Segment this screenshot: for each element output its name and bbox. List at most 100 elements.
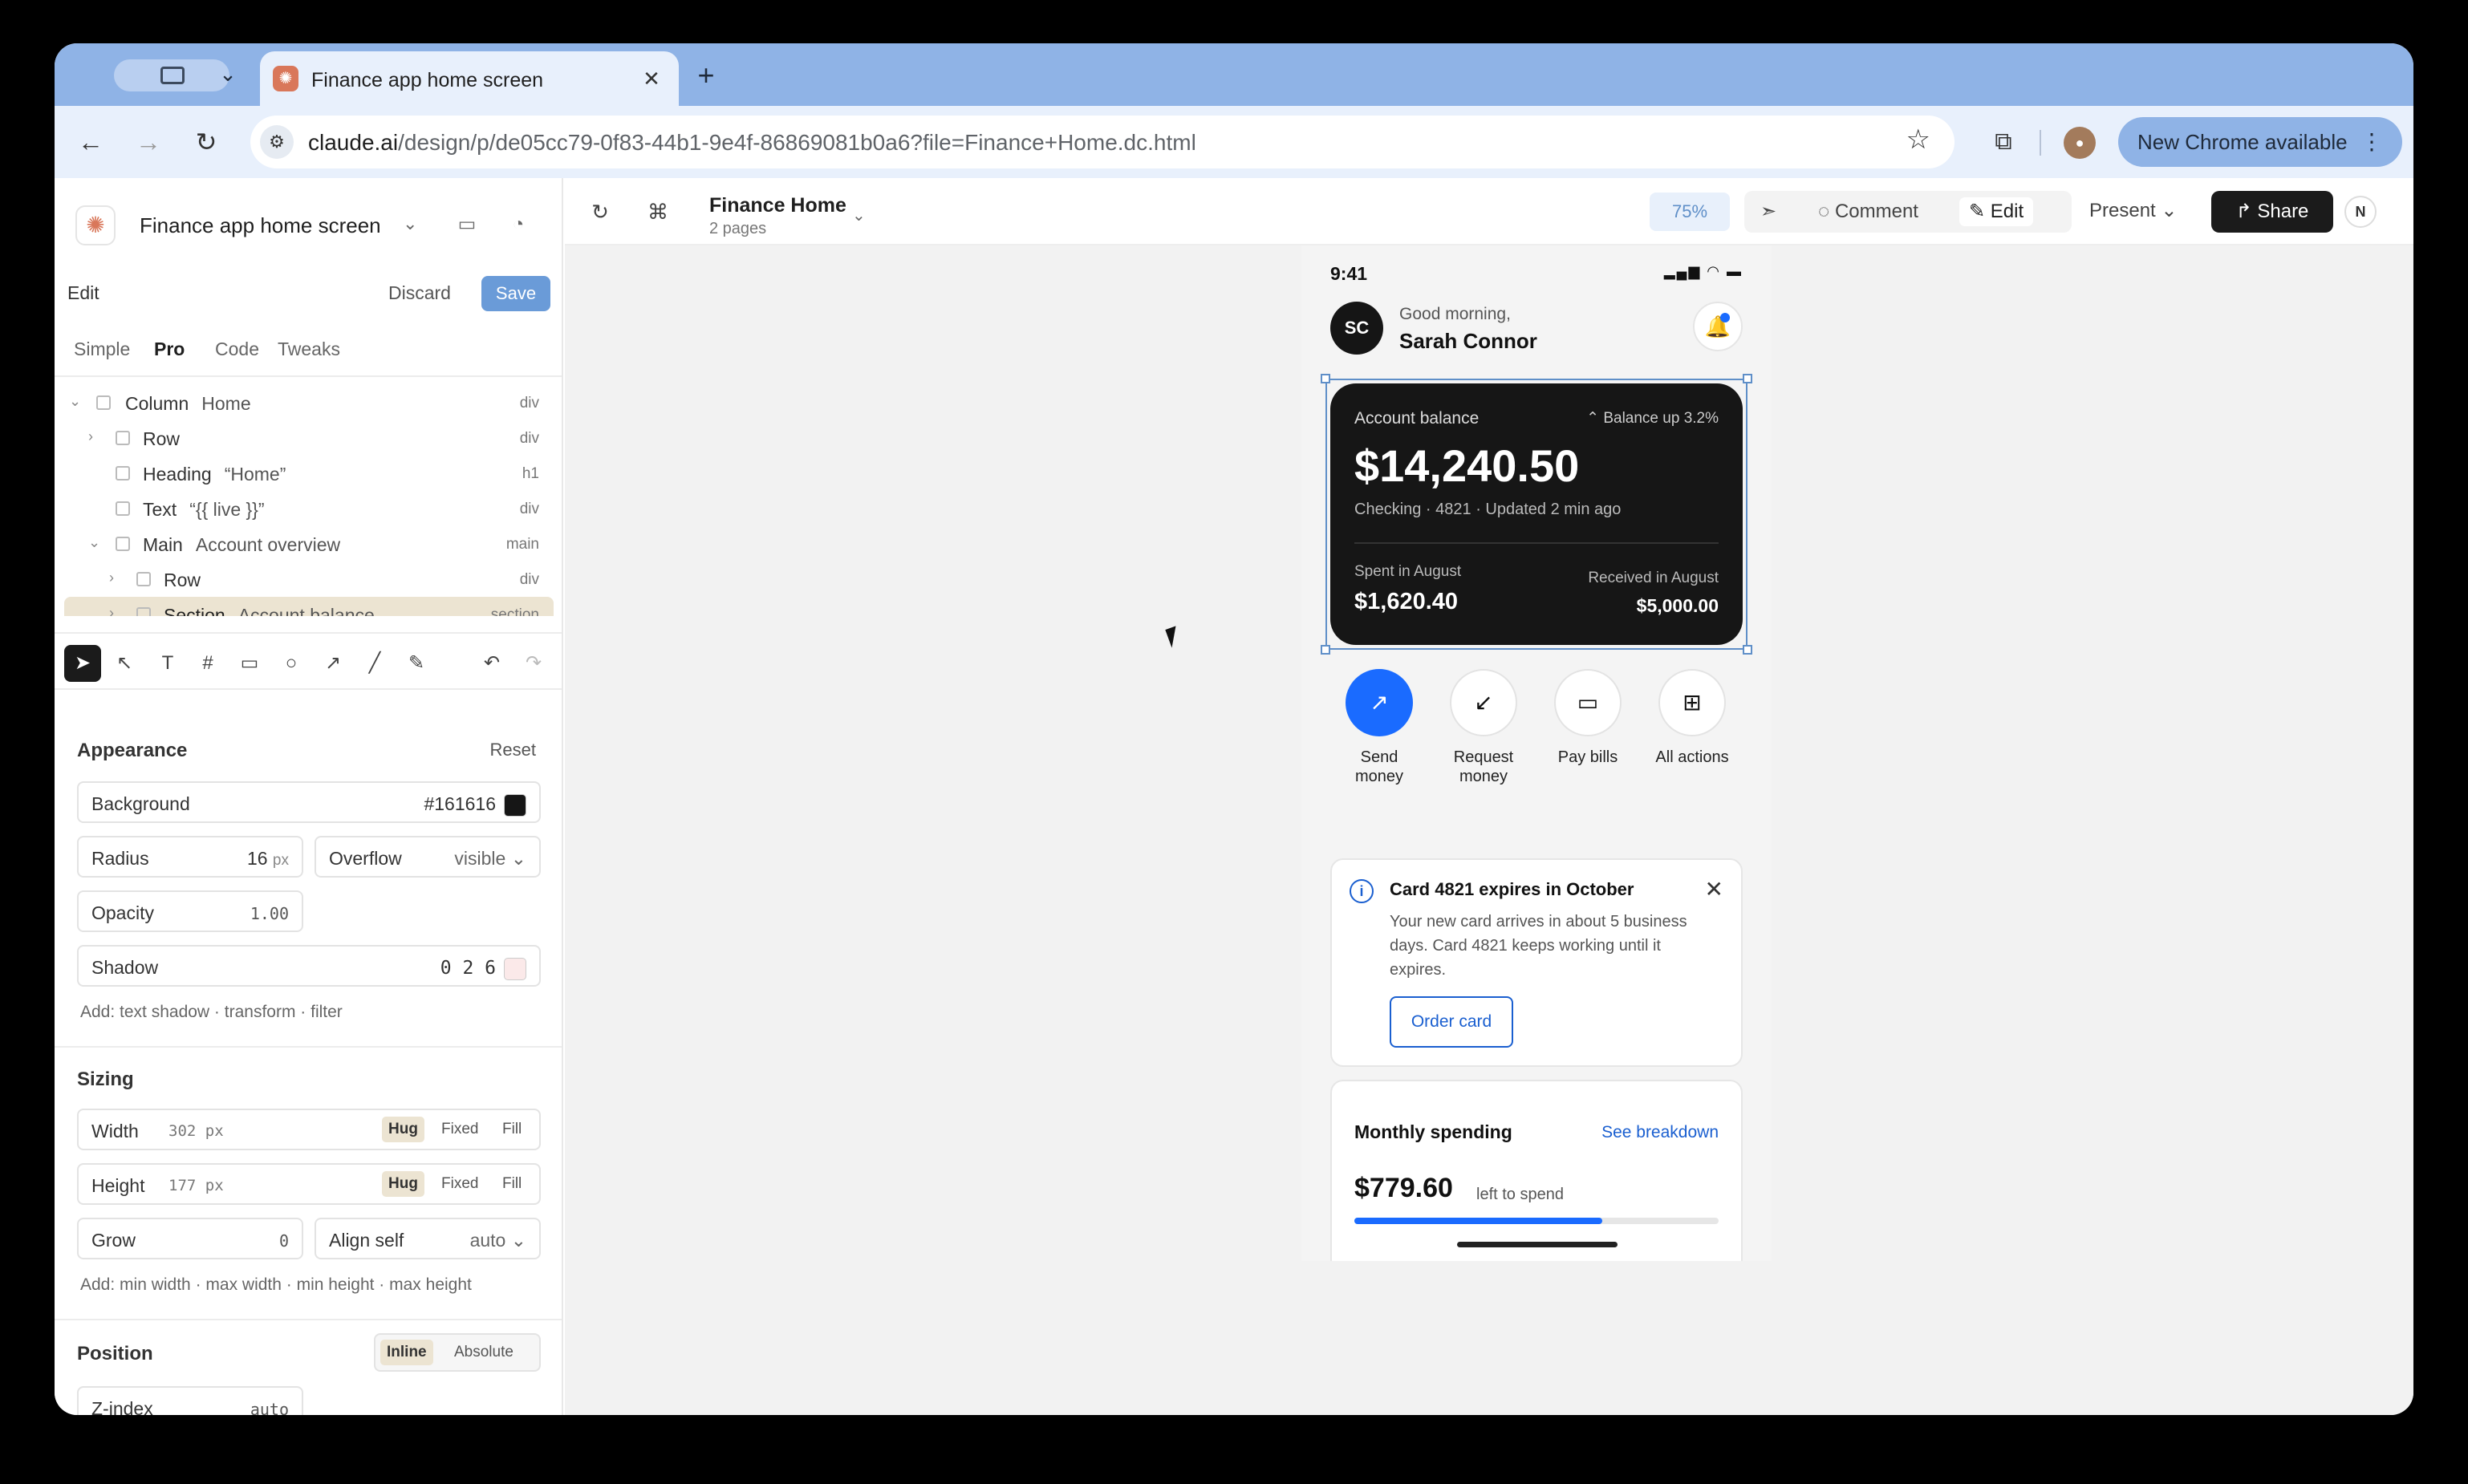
- close-tab-icon[interactable]: ✕: [635, 63, 668, 95]
- height-fill-option[interactable]: Fill: [496, 1171, 528, 1197]
- address-bar[interactable]: ⚙ claude.ai/design/p/de05cc79-0f83-44b1-…: [250, 116, 1955, 168]
- width-hug-option[interactable]: Hug: [382, 1117, 424, 1142]
- height-hug-option[interactable]: Hug: [382, 1171, 424, 1197]
- tab-tweaks[interactable]: Tweaks: [278, 339, 340, 360]
- frame-tool-icon[interactable]: #: [189, 645, 226, 682]
- phone-preview[interactable]: 9:41 ▂▄▆ ◠ ▬ SC Good morning, Sarah Conn…: [1301, 245, 1772, 1261]
- pointer-mode-icon[interactable]: ➣: [1751, 197, 1786, 226]
- project-title[interactable]: Finance app home screen: [140, 213, 381, 238]
- reload-icon[interactable]: ↻: [188, 124, 225, 160]
- page-title[interactable]: Finance Home: [709, 194, 846, 217]
- pen-tool-icon[interactable]: ✎: [398, 645, 435, 682]
- bookmark-star-icon[interactable]: ☆: [1906, 124, 1930, 156]
- shadow-field[interactable]: Shadow 0 2 6: [77, 945, 541, 987]
- user-avatar[interactable]: SC: [1330, 302, 1383, 355]
- send-arrow-icon[interactable]: ↗: [1346, 669, 1413, 736]
- order-card-button[interactable]: Order card: [1390, 996, 1513, 1048]
- expand-chevron-icon[interactable]: ›: [88, 428, 93, 445]
- position-inline-option[interactable]: Inline: [380, 1340, 433, 1365]
- user-avatar[interactable]: N: [2344, 196, 2377, 228]
- opacity-field[interactable]: Opacity 1.00: [77, 890, 303, 932]
- save-button[interactable]: Save: [481, 276, 550, 311]
- collapse-chevron-icon[interactable]: ⌄: [88, 534, 100, 551]
- update-chrome-button[interactable]: New Chrome available ⋮: [2118, 117, 2402, 167]
- sizing-add-hint[interactable]: Add: min width · max width · min height …: [80, 1275, 472, 1295]
- width-fixed-option[interactable]: Fixed: [435, 1117, 485, 1142]
- text-tool-icon[interactable]: T: [149, 645, 186, 682]
- profile-avatar[interactable]: ●: [2064, 127, 2096, 159]
- project-logo-icon[interactable]: ✺: [75, 205, 116, 245]
- history-icon[interactable]: ↻: [584, 196, 616, 228]
- expand-chevron-icon[interactable]: ›: [109, 570, 114, 586]
- site-info-icon[interactable]: ⚙: [260, 125, 294, 159]
- width-fill-option[interactable]: Fill: [496, 1117, 528, 1142]
- discard-button[interactable]: Discard: [388, 282, 451, 304]
- card-icon[interactable]: ▭: [1554, 669, 1622, 736]
- radius-field[interactable]: Radius 16 px: [77, 836, 303, 878]
- redo-icon[interactable]: ↷: [515, 645, 552, 682]
- collapse-chevron-icon[interactable]: ⌄: [69, 393, 81, 410]
- project-chevron-icon[interactable]: ⌄: [403, 213, 417, 234]
- grid-icon[interactable]: ⊞: [1658, 669, 1726, 736]
- height-field[interactable]: Height 177 px Hug Fixed Fill: [77, 1163, 541, 1205]
- request-money-action[interactable]: ↙ Request money: [1439, 669, 1528, 786]
- comment-mode-button[interactable]: ◌ Comment: [1808, 197, 1928, 226]
- forward-icon[interactable]: →: [130, 124, 167, 160]
- undo-icon[interactable]: ↶: [473, 645, 510, 682]
- resize-handle[interactable]: [1321, 645, 1330, 655]
- color-swatch[interactable]: [504, 793, 526, 817]
- rectangle-tool-icon[interactable]: ▭: [231, 645, 268, 682]
- share-button[interactable]: ↱ Share: [2211, 191, 2333, 233]
- more-menu-icon[interactable]: ⋮: [2360, 117, 2383, 167]
- pay-bills-action[interactable]: ▭ Pay bills: [1544, 669, 1632, 767]
- design-canvas[interactable]: ↻ ⌘ Finance Home 2 pages ⌄ 75% ➣ ◌ Comme…: [565, 178, 2413, 1415]
- width-field[interactable]: Width 302 px Hug Fixed Fill: [77, 1109, 541, 1150]
- layer-row-selected[interactable]: › Section Account balance section: [64, 597, 554, 616]
- height-fixed-option[interactable]: Fixed: [435, 1171, 485, 1197]
- tab-search-chevron-icon[interactable]: ⌄: [212, 58, 244, 90]
- line-tool-icon[interactable]: ╱: [356, 645, 393, 682]
- position-absolute-option[interactable]: Absolute: [448, 1340, 520, 1365]
- zindex-field[interactable]: Z-index auto: [77, 1386, 303, 1415]
- close-icon[interactable]: ✕: [1705, 876, 1723, 902]
- extensions-icon[interactable]: ⧉: [1985, 124, 2022, 160]
- layer-row[interactable]: Text “{{ live }}” div: [64, 491, 554, 526]
- layer-row[interactable]: ⌄ Main Account overview main: [64, 526, 554, 562]
- components-icon[interactable]: ⌘: [642, 196, 674, 228]
- chat-icon[interactable]: ◔: [504, 210, 533, 239]
- account-balance-card[interactable]: Account balance ⌃ Balance up 3.2% $14,24…: [1330, 383, 1743, 645]
- new-tab-icon[interactable]: +: [688, 58, 724, 93]
- layer-row[interactable]: › Row div: [64, 562, 554, 597]
- select-tool-icon[interactable]: ➤: [64, 645, 101, 682]
- overflow-select[interactable]: Overflow visible ⌄: [315, 836, 541, 878]
- request-arrow-icon[interactable]: ↙: [1450, 669, 1517, 736]
- reset-button[interactable]: Reset: [490, 740, 536, 760]
- expand-chevron-icon[interactable]: ›: [109, 605, 114, 616]
- edit-mode-button[interactable]: ✎ Edit: [1959, 197, 2034, 226]
- ellipse-tool-icon[interactable]: ○: [273, 645, 310, 682]
- appearance-add-hint[interactable]: Add: text shadow · transform · filter: [80, 1003, 343, 1022]
- resize-handle[interactable]: [1743, 645, 1752, 655]
- direct-select-tool-icon[interactable]: ↖: [106, 645, 143, 682]
- notifications-bell-icon[interactable]: 🔔: [1693, 302, 1743, 351]
- url-text[interactable]: claude.ai/design/p/de05cc79-0f83-44b1-9e…: [308, 130, 1196, 156]
- tab-code[interactable]: Code: [215, 339, 259, 360]
- all-actions-action[interactable]: ⊞ All actions: [1648, 669, 1736, 767]
- layer-row[interactable]: Heading “Home” h1: [64, 456, 554, 491]
- shadow-swatch[interactable]: [504, 957, 526, 980]
- tab-pro[interactable]: Pro: [154, 339, 185, 360]
- back-icon[interactable]: ←: [72, 124, 109, 160]
- active-tab[interactable]: ✺ Finance app home screen ✕: [260, 51, 679, 106]
- zoom-level[interactable]: 75%: [1650, 193, 1730, 231]
- resize-handle[interactable]: [1321, 374, 1330, 383]
- tab-simple[interactable]: Simple: [74, 339, 130, 360]
- layer-row[interactable]: ⌄ Column Home div: [64, 385, 554, 420]
- resize-handle[interactable]: [1743, 374, 1752, 383]
- page-chevron-icon[interactable]: ⌄: [852, 205, 866, 225]
- align-self-select[interactable]: Align self auto ⌄: [315, 1218, 541, 1259]
- see-breakdown-link[interactable]: See breakdown: [1601, 1123, 1719, 1142]
- send-money-action[interactable]: ↗ Send money: [1335, 669, 1423, 786]
- arrow-tool-icon[interactable]: ↗: [315, 645, 351, 682]
- toggle-sidebar-icon[interactable]: ▭: [453, 210, 481, 239]
- grow-field[interactable]: Grow 0: [77, 1218, 303, 1259]
